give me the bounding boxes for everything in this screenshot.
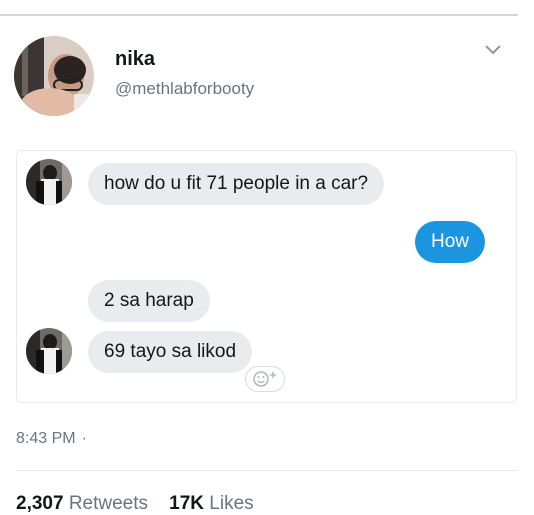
chat-screenshot: how do u fit 71 people in a car? How 2 s… bbox=[16, 150, 517, 403]
tweet-time[interactable]: 8:43 PM bbox=[16, 430, 76, 448]
message-bubble-incoming: 2 sa harap bbox=[88, 280, 210, 322]
user-handle[interactable]: @methlabforbooty bbox=[115, 79, 254, 99]
chat-avatar bbox=[26, 159, 72, 205]
message-bubble-outgoing: How bbox=[415, 221, 486, 263]
retweets-count[interactable]: 2,307 bbox=[16, 493, 64, 514]
profile-photo bbox=[14, 36, 94, 116]
likes-count[interactable]: 17K bbox=[169, 493, 204, 514]
top-divider bbox=[0, 14, 518, 16]
profile-avatar[interactable] bbox=[14, 36, 94, 116]
likes-label[interactable]: Likes bbox=[209, 493, 253, 514]
add-reaction-icon[interactable] bbox=[245, 366, 285, 392]
timestamp-separator: · bbox=[81, 430, 87, 447]
message-bubble-incoming: 69 tayo sa likod bbox=[88, 331, 253, 373]
redacted-date bbox=[90, 431, 181, 447]
chat-avatar bbox=[26, 328, 72, 374]
retweets-label[interactable]: Retweets bbox=[69, 493, 148, 514]
chevron-down-icon[interactable] bbox=[482, 42, 504, 58]
stats-divider bbox=[16, 470, 518, 471]
message-bubble-incoming: how do u fit 71 people in a car? bbox=[88, 163, 385, 205]
tweet-timestamp[interactable]: 8:43 PM · bbox=[16, 430, 181, 448]
engagement-stats: 2,307 Retweets 17K Likes bbox=[16, 493, 254, 515]
display-name[interactable]: nika bbox=[115, 48, 155, 71]
